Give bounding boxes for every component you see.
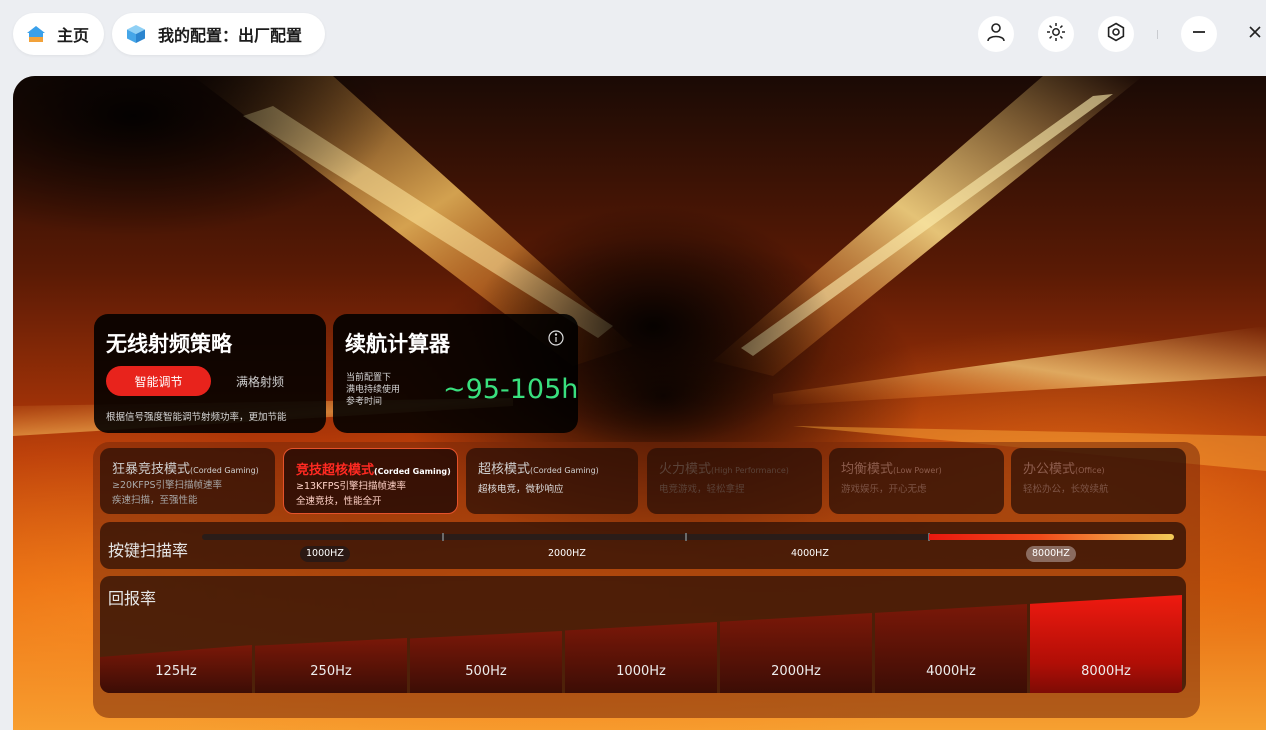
performance-panel: 狂暴竞技模式(Corded Gaming) ≥20KFPS引擎扫描帧速率 疾速扫… [93,442,1200,718]
mode-desc: 疾速扫描，至强性能 [112,495,198,506]
mode-title: 办公模式(Office) [1023,462,1105,477]
mode-desc: 游戏娱乐，开心无虑 [841,484,927,495]
battery-note-line: 参考时间 [346,397,383,407]
report-rate-option[interactable]: 4000Hz [875,664,1027,679]
mode-title: 狂暴竞技模式(Corded Gaming) [112,462,259,477]
scan-rate-option-1000[interactable]: 1000HZ [300,546,350,562]
mode-desc: 超核电竞，微秒响应 [478,484,564,495]
scan-rate-row: 按键扫描率 1000HZ 2000HZ 4000HZ 8000HZ [100,522,1186,569]
battery-note-line: 满电持续使用 [346,385,401,395]
report-rate-option[interactable]: 2000Hz [720,664,872,679]
wireless-rf-title: 无线射频策略 [106,332,232,356]
settings-icon [1105,21,1127,47]
battery-calculator-card: 续航计算器 当前配置下 满电持续使用 参考时间 ~95-105h [333,314,578,433]
report-rate-option[interactable]: 500Hz [410,664,562,679]
mode-desc: 全速竞技，性能全开 [296,496,382,507]
hero-banner: 无线射频策略 智能调节 满格射频 根据信号强度智能调节射频功率，更加节能 续航计… [13,76,1266,730]
close-icon [1247,24,1263,44]
smart-adjust-option[interactable]: 智能调节 [106,366,211,396]
mode-title: 火力模式(High Performance) [659,462,789,477]
scan-rate-label: 按键扫描率 [108,541,189,560]
user-icon [985,21,1007,47]
cube-icon [124,22,148,46]
battery-value: ~95-105h [443,374,579,405]
full-power-option[interactable]: 满格射频 [236,373,284,390]
mode-title: 均衡模式(Low Power) [841,462,942,477]
scan-rate-tick [442,533,444,541]
mode-card-balanced[interactable]: 均衡模式(Low Power) 游戏娱乐，开心无虑 [829,448,1004,514]
mode-title: 竞技超核模式(Corded Gaming) [296,463,451,478]
mode-desc: 轻松办公，长效续航 [1023,484,1109,495]
settings-button[interactable] [1098,16,1134,52]
scan-rate-option-4000[interactable]: 4000HZ [785,546,835,562]
report-rate-bar-4000[interactable] [875,604,1027,693]
mode-title: 超核模式(Corded Gaming) [478,462,599,477]
scan-rate-option-8000[interactable]: 8000HZ [1026,546,1076,562]
config-button[interactable]: 我的配置：出厂配置 [112,13,325,55]
minimize-icon [1190,23,1208,45]
minimize-button[interactable] [1181,16,1217,52]
mode-card-competitive-ultra[interactable]: 竞技超核模式(Corded Gaming) ≥13KFPS引擎扫描帧速率 全速竞… [283,448,458,514]
config-label: 我的配置：出厂配置 [158,26,303,45]
close-button[interactable] [1244,20,1266,48]
report-rate-row: 回报率 125Hz 250Hz 500Hz 1000Hz 2000Hz 4000… [100,576,1186,693]
mode-card-ultra[interactable]: 超核模式(Corded Gaming) 超核电竞，微秒响应 [466,448,638,514]
toolbar-divider [1157,30,1158,39]
report-rate-option[interactable]: 125Hz [100,664,252,679]
home-icon [25,22,47,46]
mode-desc: ≥13KFPS引擎扫描帧速率 [296,481,407,492]
wireless-rf-description: 根据信号强度智能调节射频功率，更加节能 [106,412,287,423]
home-label: 主页 [57,26,90,45]
home-button[interactable]: 主页 [13,13,104,55]
mode-desc: ≥20KFPS引擎扫描帧速率 [112,480,223,491]
report-rate-bar-500[interactable] [410,631,562,693]
battery-note: 当前配置下 满电持续使用 参考时间 [346,372,426,408]
report-rate-bar-2000[interactable] [720,613,872,693]
brightness-icon [1045,21,1067,47]
info-icon[interactable] [548,330,564,346]
scan-rate-tick [685,533,687,541]
mode-desc: 电竞游戏，轻松拿捏 [659,484,745,495]
battery-title: 续航计算器 [345,332,450,356]
report-rate-bar-1000[interactable] [565,622,717,693]
wireless-rf-card: 无线射频策略 智能调节 满格射频 根据信号强度智能调节射频功率，更加节能 [94,314,326,433]
scan-rate-option-2000[interactable]: 2000HZ [542,546,592,562]
mode-card-berserk[interactable]: 狂暴竞技模式(Corded Gaming) ≥20KFPS引擎扫描帧速率 疾速扫… [100,448,275,514]
brightness-button[interactable] [1038,16,1074,52]
report-rate-option[interactable]: 8000Hz [1030,664,1182,679]
battery-note-line: 当前配置下 [346,373,392,383]
report-rate-label: 回报率 [108,589,157,608]
report-rate-option[interactable]: 1000Hz [565,664,717,679]
report-rate-option[interactable]: 250Hz [255,664,407,679]
mode-card-office[interactable]: 办公模式(Office) 轻松办公，长效续航 [1011,448,1186,514]
title-bar: 主页 我的配置：出厂配置 [0,0,1266,70]
scan-rate-fill [929,534,1174,540]
user-button[interactable] [978,16,1014,52]
mode-card-firepower[interactable]: 火力模式(High Performance) 电竞游戏，轻松拿捏 [647,448,822,514]
